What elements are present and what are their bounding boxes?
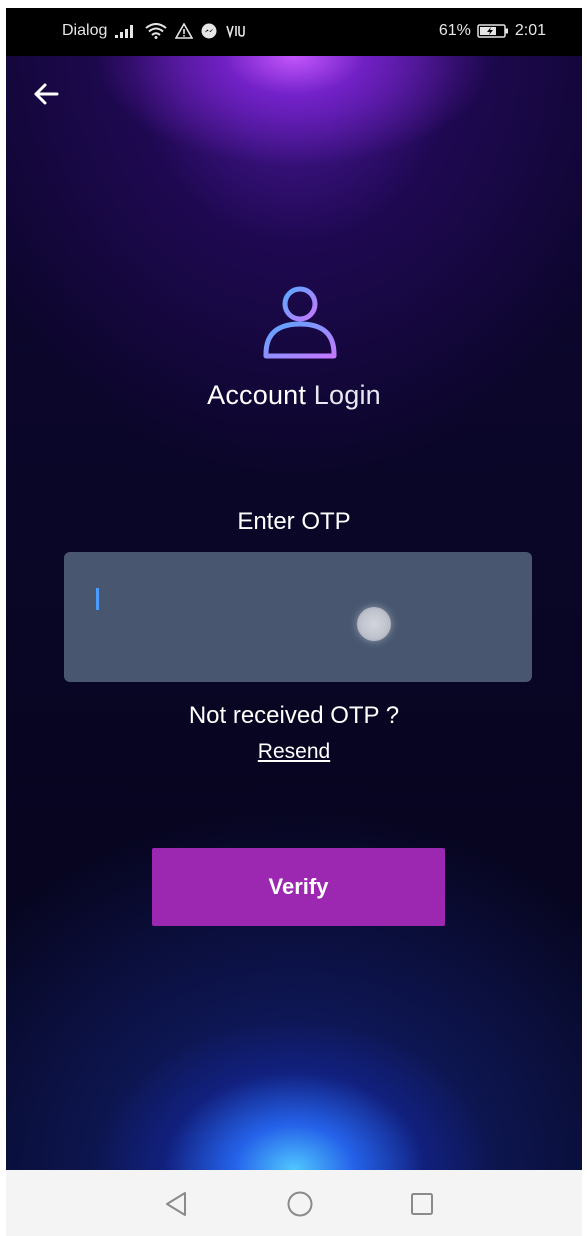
warning-icon [175,23,194,39]
back-button[interactable] [30,78,62,110]
square-recents-icon [411,1193,433,1215]
otp-label: Enter OTP [237,508,351,535]
circle-home-icon [287,1191,313,1217]
title-login: Login [313,380,381,410]
carrier-name: Dialog [62,22,108,39]
nav-home-button[interactable] [284,1188,316,1220]
arrow-left-icon [34,83,59,105]
resend-link[interactable]: Resend [6,740,582,764]
signal-icon [115,24,137,38]
status-left: Dialog [62,22,246,40]
phone-screen: Dialog 61% 2:01 Account Login Enter OTP … [0,0,587,1236]
triangle-back-icon [166,1192,186,1216]
battery-charging-icon [477,23,509,39]
system-nav-bar [6,1170,582,1236]
status-bar: Dialog 61% 2:01 [6,8,582,56]
user-icon [260,282,340,362]
touch-indicator [357,607,391,641]
verify-button[interactable]: Verify [152,848,445,926]
status-right: 61% 2:01 [439,22,546,40]
nav-back-button[interactable] [160,1188,192,1220]
text-caret [96,588,99,610]
battery-percent: 61% [438,22,471,39]
wifi-icon [145,23,167,39]
nav-recents-button[interactable] [406,1188,438,1220]
messenger-icon [201,23,217,39]
app-screen: Account Login Enter OTP Not received OTP… [6,56,582,1170]
title-account: Account [207,380,307,410]
clock: 2:01 [514,22,546,39]
page-title: Account Login [6,380,582,411]
viber-icon [225,24,246,38]
otp-not-received-text: Not received OTP ? [188,702,400,729]
otp-input[interactable] [64,552,532,682]
